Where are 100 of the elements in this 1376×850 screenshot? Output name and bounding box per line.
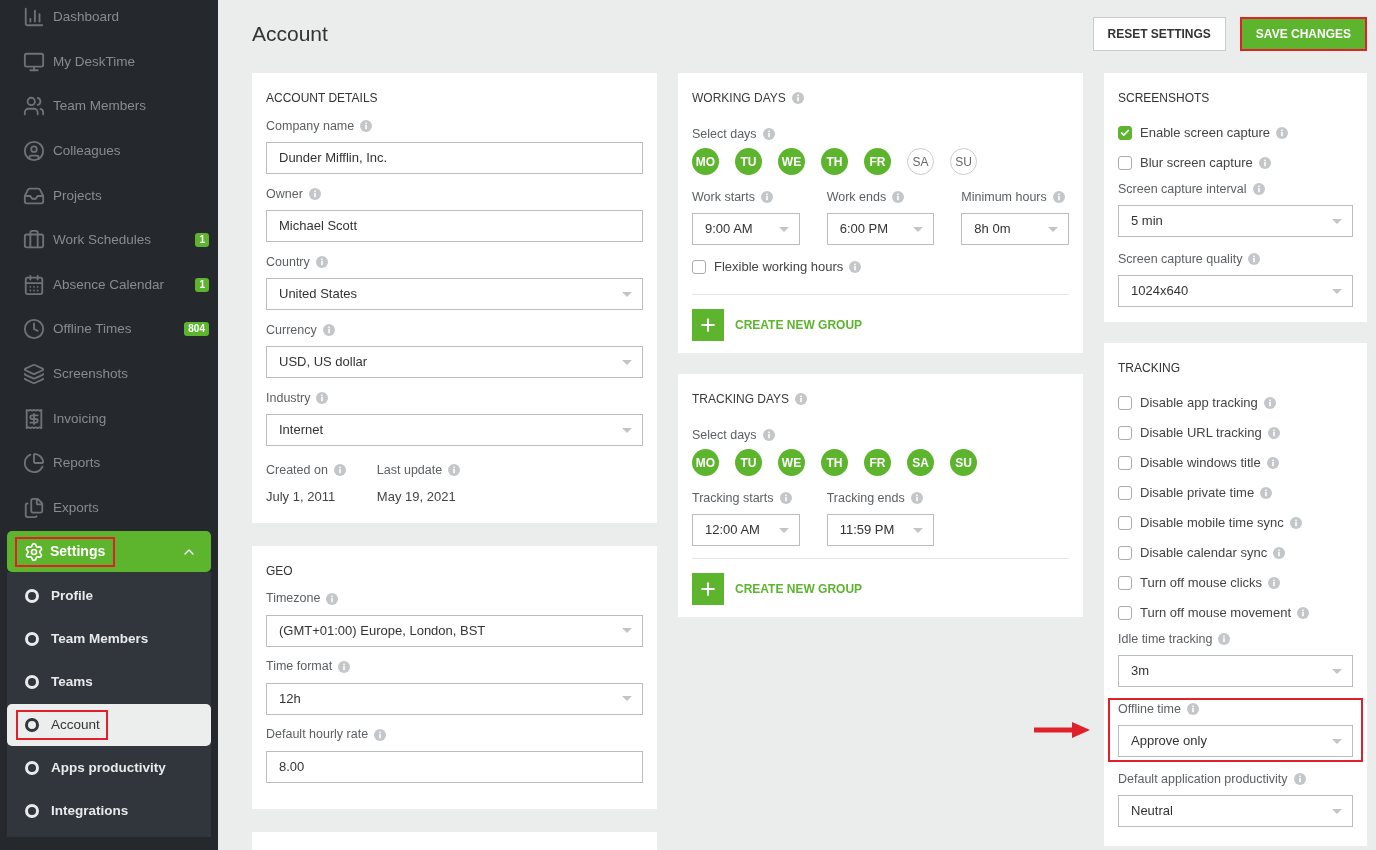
day-toggle[interactable]: SU bbox=[950, 148, 977, 175]
card-title: SCREENSHOTS bbox=[1118, 90, 1210, 107]
nav-item[interactable]: Reports bbox=[0, 440, 218, 486]
day-toggle[interactable]: TU bbox=[735, 148, 762, 175]
nav-subitem[interactable]: Profile bbox=[7, 575, 211, 618]
select-field[interactable]: USD, US dollar bbox=[266, 346, 643, 378]
nav-subitem[interactable]: Team Members bbox=[7, 618, 211, 661]
caret-icon bbox=[1332, 288, 1342, 294]
create-group-link[interactable]: CREATE NEW GROUP bbox=[735, 316, 863, 334]
day-toggle[interactable]: SU bbox=[950, 449, 977, 476]
add-button[interactable] bbox=[692, 309, 724, 341]
info-icon bbox=[791, 92, 804, 104]
checkbox[interactable] bbox=[1118, 156, 1132, 170]
checkbox[interactable] bbox=[1118, 546, 1132, 560]
nav-item[interactable]: Offline Times 804 bbox=[0, 307, 218, 352]
field-label: Default hourly rate bbox=[266, 726, 369, 744]
monitor-icon bbox=[23, 50, 45, 73]
info-icon bbox=[322, 324, 335, 336]
info-icon bbox=[1263, 397, 1276, 409]
create-group-link[interactable]: CREATE NEW GROUP bbox=[735, 580, 863, 598]
checkbox[interactable] bbox=[1118, 396, 1132, 410]
caret-icon bbox=[913, 527, 924, 533]
pointer-arrow bbox=[1034, 722, 1090, 738]
day-toggle[interactable]: WE bbox=[778, 148, 805, 175]
caret-icon bbox=[913, 226, 924, 232]
info-icon bbox=[1297, 607, 1309, 619]
field-label: Screen capture interval bbox=[1118, 180, 1247, 198]
card-title: GEO bbox=[266, 562, 293, 580]
select-field[interactable]: 1024x640 bbox=[1118, 275, 1353, 307]
nav-item[interactable]: Colleagues bbox=[0, 128, 218, 174]
day-toggle[interactable]: FR bbox=[864, 148, 891, 175]
day-toggle[interactable]: WE bbox=[778, 449, 805, 476]
select-field[interactable]: 12h bbox=[266, 682, 643, 715]
select-field[interactable]: Internet bbox=[266, 414, 643, 446]
nav-item[interactable]: Work Schedules 1 bbox=[0, 217, 218, 263]
input-field[interactable]: Dunder Mifflin, Inc. bbox=[266, 142, 643, 174]
select-field[interactable]: 5 min bbox=[1118, 205, 1353, 237]
checkbox[interactable] bbox=[1118, 126, 1132, 140]
nav-item[interactable]: Settings bbox=[7, 531, 211, 573]
day-toggle[interactable]: TH bbox=[821, 449, 848, 476]
nav-subitem[interactable]: Account bbox=[7, 704, 211, 747]
plus-icon bbox=[698, 315, 718, 335]
ring-icon bbox=[25, 718, 39, 733]
day-toggle[interactable]: MO bbox=[692, 449, 719, 476]
date-value: May 19, 2021 bbox=[376, 488, 457, 506]
select-field[interactable]: 12:00 AM bbox=[692, 514, 800, 546]
checkbox[interactable] bbox=[1118, 516, 1132, 530]
info-icon bbox=[316, 392, 329, 404]
info-icon bbox=[338, 660, 351, 673]
select-field[interactable]: Approve only bbox=[1118, 725, 1353, 757]
field-label: Work starts bbox=[692, 188, 755, 206]
input-field[interactable]: Michael Scott bbox=[266, 210, 643, 242]
nav-subitem[interactable]: Teams bbox=[7, 661, 211, 704]
info-icon bbox=[762, 429, 775, 441]
add-button[interactable] bbox=[692, 573, 724, 605]
nav-item[interactable]: Projects bbox=[0, 173, 218, 218]
nav-item[interactable]: Absence Calendar 1 bbox=[0, 262, 218, 308]
nav-item[interactable]: Invoicing bbox=[0, 396, 218, 441]
checkbox[interactable] bbox=[1118, 456, 1132, 470]
input-field[interactable]: 8.00 bbox=[266, 750, 643, 783]
day-toggle[interactable]: MO bbox=[692, 148, 719, 175]
caret-icon bbox=[778, 226, 789, 232]
checkbox[interactable] bbox=[1118, 576, 1132, 590]
select-field[interactable]: 8h 0m bbox=[961, 213, 1069, 245]
select-field[interactable]: United States bbox=[266, 278, 643, 310]
checkbox[interactable] bbox=[1118, 606, 1132, 620]
nav-subitem[interactable]: Integrations bbox=[7, 790, 211, 833]
info-icon bbox=[762, 128, 775, 140]
day-toggle[interactable]: SA bbox=[907, 148, 934, 175]
nav-item[interactable]: Team Members bbox=[0, 84, 218, 129]
nav-item[interactable]: Dashboard bbox=[0, 0, 218, 40]
card-title: TRACKING bbox=[1118, 360, 1180, 377]
checkbox[interactable] bbox=[692, 260, 706, 274]
day-toggle[interactable]: SA bbox=[907, 449, 934, 476]
day-toggle[interactable]: FR bbox=[864, 449, 891, 476]
checkbox[interactable] bbox=[1118, 426, 1132, 440]
select-field[interactable]: 11:59 PM bbox=[826, 514, 935, 546]
checkbox-label: Turn off mouse movement bbox=[1140, 604, 1291, 623]
info-icon bbox=[1273, 547, 1286, 559]
info-icon bbox=[326, 592, 339, 605]
caret-icon bbox=[1332, 738, 1342, 744]
select-field[interactable]: 3m bbox=[1118, 655, 1353, 687]
card-title: ACCOUNT DETAILS bbox=[266, 90, 378, 107]
reset-button[interactable]: RESET SETTINGS bbox=[1092, 17, 1226, 51]
field-label: Last update bbox=[376, 461, 443, 479]
nav-item[interactable]: Exports bbox=[0, 485, 218, 531]
field-label: Company name bbox=[266, 117, 355, 135]
checkbox[interactable] bbox=[1118, 486, 1132, 500]
nav-item[interactable]: Screenshots bbox=[0, 351, 218, 397]
day-toggle[interactable]: TU bbox=[735, 449, 762, 476]
select-field[interactable]: 9:00 AM bbox=[692, 213, 800, 245]
select-field[interactable]: 6:00 PM bbox=[826, 213, 935, 245]
day-toggle[interactable]: TH bbox=[821, 148, 848, 175]
ring-icon bbox=[25, 804, 39, 819]
nav-subitem[interactable]: Apps productivity bbox=[7, 747, 211, 790]
select-field[interactable]: Neutral bbox=[1118, 795, 1353, 827]
save-button[interactable]: SAVE CHANGES bbox=[1239, 17, 1367, 51]
select-field[interactable]: (GMT+01:00) Europe, London, BST bbox=[266, 614, 643, 647]
field-label: Country bbox=[266, 253, 310, 271]
nav-item[interactable]: My DeskTime bbox=[0, 39, 218, 85]
